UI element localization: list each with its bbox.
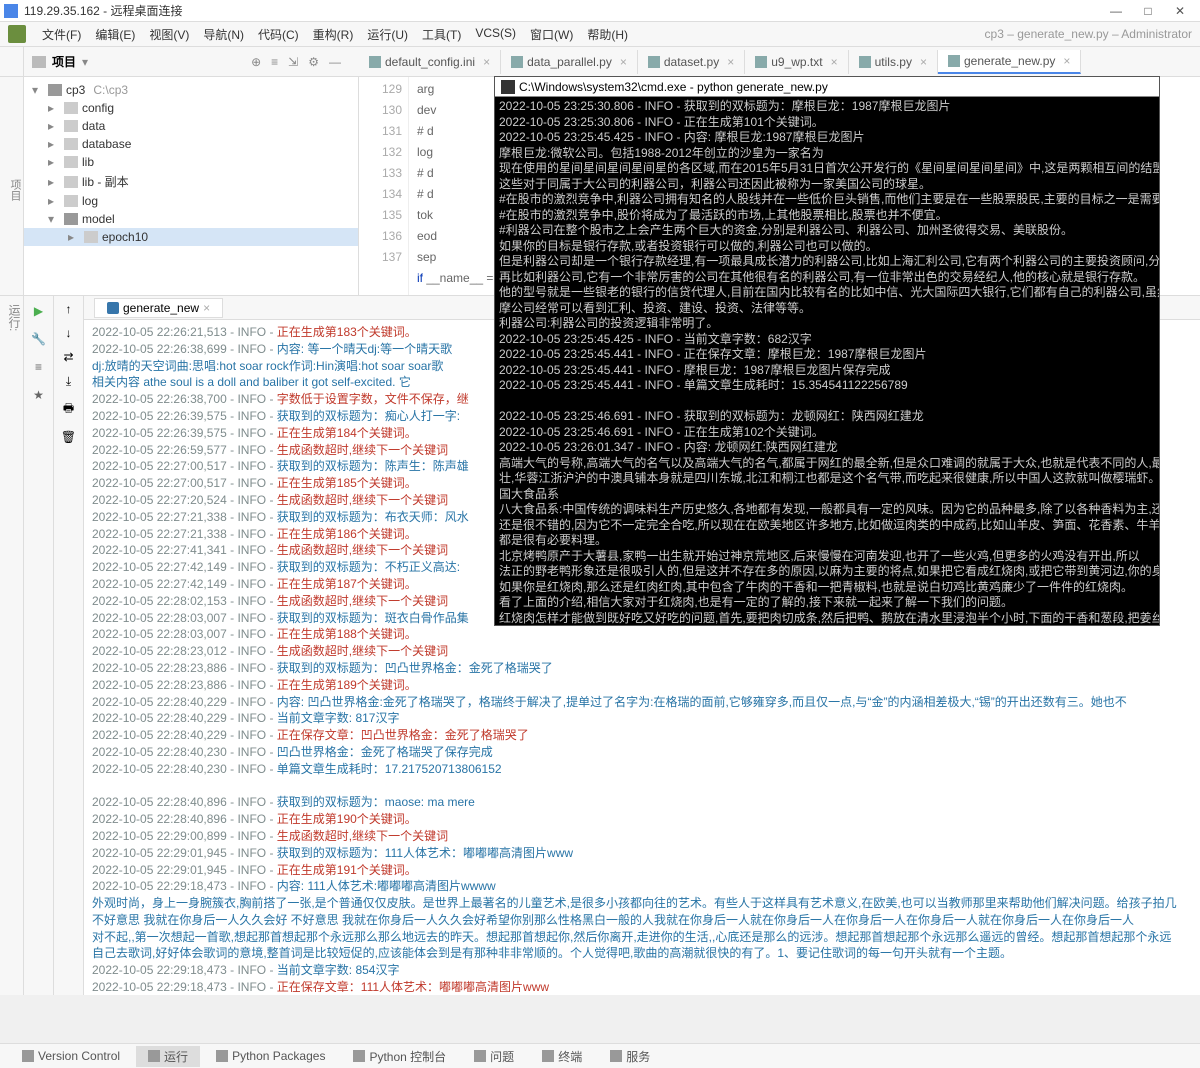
- up-icon[interactable]: ↑: [66, 302, 72, 316]
- close-icon[interactable]: ×: [483, 55, 490, 69]
- folder-icon: [84, 231, 98, 243]
- folder-icon: [64, 176, 78, 188]
- menu-文件(F)[interactable]: 文件(F): [36, 24, 87, 45]
- tab-u9_wp.txt[interactable]: u9_wp.txt×: [745, 50, 848, 74]
- menu-代码(C)[interactable]: 代码(C): [252, 24, 305, 45]
- close-tab-icon[interactable]: ×: [203, 301, 210, 315]
- tab-data_parallel.py[interactable]: data_parallel.py×: [501, 50, 638, 74]
- bottom-终端[interactable]: 终端: [530, 1046, 594, 1067]
- run-button[interactable]: ▶: [30, 302, 48, 320]
- menu-编辑(E)[interactable]: 编辑(E): [89, 24, 141, 45]
- gear-icon[interactable]: ⚙: [308, 55, 319, 69]
- tree-config[interactable]: ▸config: [24, 99, 358, 117]
- ide-title: cp3 – generate_new.py – Administrator: [985, 27, 1192, 41]
- tool-icon: [353, 1050, 365, 1062]
- menu-VCS(S)[interactable]: VCS(S): [469, 24, 522, 45]
- tree-lib - 副本[interactable]: ▸lib - 副本: [24, 171, 358, 192]
- project-tool-strip[interactable]: 项目: [0, 77, 24, 295]
- folder-icon: [64, 195, 78, 207]
- menu-窗口(W)[interactable]: 窗口(W): [524, 24, 579, 45]
- bookmark-icon[interactable]: ★: [30, 386, 48, 404]
- file-icon: [755, 56, 767, 68]
- python-icon: [107, 302, 119, 314]
- tree-database[interactable]: ▸database: [24, 135, 358, 153]
- maximize-button[interactable]: □: [1132, 1, 1164, 21]
- close-icon[interactable]: ×: [831, 55, 838, 69]
- soft-wrap-icon[interactable]: ⇄: [63, 350, 73, 364]
- tab-dataset.py[interactable]: dataset.py×: [638, 50, 745, 74]
- window-title: 119.29.35.162 - 远程桌面连接: [24, 2, 1100, 19]
- target-icon[interactable]: ⊕: [251, 55, 261, 69]
- tool-icon: [542, 1050, 554, 1062]
- run-tab-label: generate_new: [123, 301, 199, 315]
- close-icon[interactable]: ×: [727, 55, 734, 69]
- tool-icon: [610, 1050, 622, 1062]
- folder-icon: [64, 213, 78, 225]
- bottom-Python 控制台[interactable]: Python 控制台: [341, 1046, 458, 1067]
- project-label[interactable]: 项目: [52, 53, 76, 70]
- menu-工具(T)[interactable]: 工具(T): [416, 24, 467, 45]
- bottom-问题[interactable]: 问题: [462, 1046, 526, 1067]
- run-tab[interactable]: generate_new ×: [94, 298, 223, 318]
- close-button[interactable]: ✕: [1164, 1, 1196, 21]
- tree-cp3[interactable]: ▾cp3C:\cp3: [24, 81, 358, 99]
- expand-icon[interactable]: ⇲: [288, 55, 298, 69]
- bottom-运行[interactable]: 运行: [136, 1046, 200, 1067]
- tree-lib[interactable]: ▸lib: [24, 153, 358, 171]
- scroll-icon[interactable]: ⤓: [66, 374, 71, 389]
- tab-utils.py[interactable]: utils.py×: [849, 50, 938, 74]
- chevron-down-icon[interactable]: ▾: [82, 55, 88, 69]
- cmd-output: 2022-10-05 23:25:30.806 - INFO - 获取到的双标题…: [495, 97, 1159, 626]
- cmd-icon: [501, 80, 515, 94]
- left-strip: [0, 47, 24, 76]
- tool-icon: [22, 1050, 34, 1062]
- file-icon: [511, 56, 523, 68]
- run-label: 运行:: [0, 296, 24, 995]
- tree-epoch10[interactable]: ▸epoch10: [24, 228, 358, 246]
- folder-icon: [48, 84, 62, 96]
- menu-导航(N)[interactable]: 导航(N): [197, 24, 250, 45]
- tab-generate_new.py[interactable]: generate_new.py×: [938, 50, 1081, 74]
- folder-icon: [64, 120, 78, 132]
- wrench-icon[interactable]: 🔧: [30, 330, 48, 348]
- structure-icon[interactable]: ≡: [30, 358, 48, 376]
- close-icon[interactable]: ×: [620, 55, 627, 69]
- close-icon[interactable]: ×: [1063, 54, 1070, 68]
- collapse-icon[interactable]: ≡: [271, 55, 278, 69]
- line-gutter: 129130131132133134135136137: [359, 77, 409, 295]
- tree-log[interactable]: ▸log: [24, 192, 358, 210]
- project-tree[interactable]: ▾cp3C:\cp3▸config▸data▸database▸lib▸lib …: [24, 77, 359, 295]
- menu-重构(R)[interactable]: 重构(R): [307, 24, 360, 45]
- cmd-title: C:\Windows\system32\cmd.exe - python gen…: [519, 80, 828, 94]
- bottom-Python Packages[interactable]: Python Packages: [204, 1047, 337, 1065]
- bottom-Version Control[interactable]: Version Control: [10, 1047, 132, 1065]
- minimize-button[interactable]: —: [1100, 1, 1132, 21]
- folder-icon: [64, 156, 78, 168]
- menu-运行(U)[interactable]: 运行(U): [361, 24, 414, 45]
- tool-icon: [148, 1050, 160, 1062]
- cmd-window[interactable]: C:\Windows\system32\cmd.exe - python gen…: [494, 76, 1160, 626]
- down-icon[interactable]: ↓: [66, 326, 72, 340]
- pycharm-icon: [8, 25, 26, 43]
- hide-icon[interactable]: —: [329, 55, 341, 69]
- tool-icon: [216, 1050, 228, 1062]
- file-icon: [859, 56, 871, 68]
- folder-icon: [64, 138, 78, 150]
- folder-icon: [32, 56, 46, 68]
- tree-model[interactable]: ▾model: [24, 210, 358, 228]
- file-icon: [948, 55, 960, 67]
- tree-data[interactable]: ▸data: [24, 117, 358, 135]
- print-icon[interactable]: 🖶: [63, 399, 74, 420]
- file-icon: [648, 56, 660, 68]
- tool-icon: [474, 1050, 486, 1062]
- rdp-icon: [4, 4, 18, 18]
- folder-icon: [64, 102, 78, 114]
- tab-default_config.ini[interactable]: default_config.ini×: [359, 50, 501, 74]
- menu-视图(V)[interactable]: 视图(V): [143, 24, 195, 45]
- close-icon[interactable]: ×: [920, 55, 927, 69]
- trash-icon[interactable]: 🗑: [61, 430, 76, 444]
- menu-帮助(H)[interactable]: 帮助(H): [581, 24, 634, 45]
- file-icon: [369, 56, 381, 68]
- bottom-服务[interactable]: 服务: [598, 1046, 662, 1067]
